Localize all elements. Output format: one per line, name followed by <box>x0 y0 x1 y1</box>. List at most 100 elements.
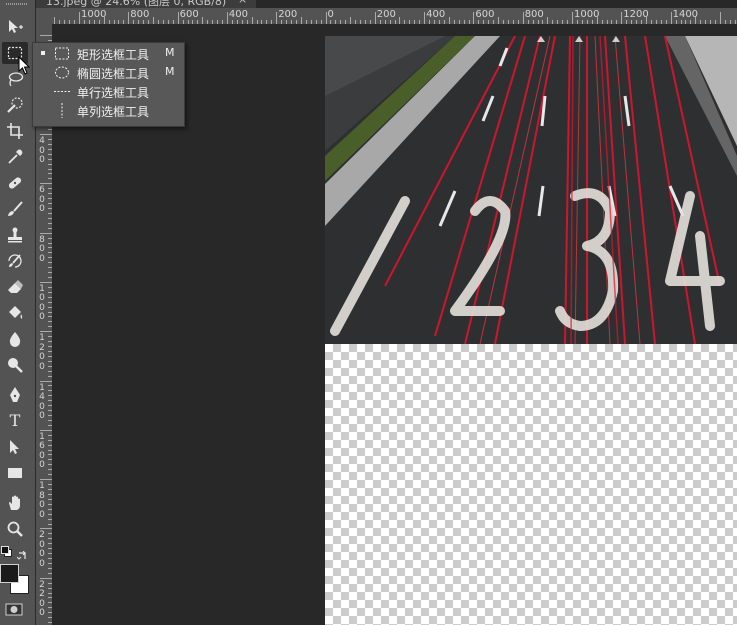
ruler-label: 200 <box>278 9 298 20</box>
crop-tool[interactable] <box>2 120 28 142</box>
ruler-tick <box>300 17 302 24</box>
ruler-tick <box>251 17 253 24</box>
ruler-tick <box>40 479 52 481</box>
ruler-tick <box>40 429 52 431</box>
drop-icon <box>9 332 21 347</box>
ruler-tick <box>128 12 130 24</box>
brush-icon <box>8 201 23 216</box>
quick-mask-icon <box>5 603 23 616</box>
ruler-tick <box>350 17 352 24</box>
ruler-label: 2200 <box>39 579 45 619</box>
dodge-icon <box>8 358 23 373</box>
brush-tool[interactable] <box>2 198 28 220</box>
type-tool[interactable]: T <box>2 410 28 432</box>
ruler-label: 400 <box>39 136 45 165</box>
flyout-item-single-column-marquee[interactable]: 单列选框工具 <box>33 101 184 120</box>
blur-tool[interactable] <box>2 328 28 350</box>
ruler-tick <box>40 331 52 333</box>
zoom-icon <box>7 521 23 537</box>
flyout-shortcut: M <box>165 65 175 78</box>
flyout-label: 椭圆选框工具 <box>77 67 150 81</box>
flyout-label: 矩形选框工具 <box>77 48 150 62</box>
flyout-item-ellipse-marquee[interactable]: 椭圆选框工具 M <box>33 63 184 82</box>
single-column-marquee-icon <box>61 103 63 118</box>
pen-tool[interactable] <box>2 384 28 406</box>
marquee-tools-flyout: 矩形选框工具 M 椭圆选框工具 M 单行选框工具 单列选框工具 <box>32 42 185 127</box>
flyout-label: 单列选框工具 <box>77 105 150 119</box>
move-tool[interactable] <box>2 16 28 38</box>
paint-bucket-tool[interactable] <box>2 302 28 324</box>
ruler-tick <box>40 183 52 185</box>
flyout-label: 单行选框工具 <box>77 86 150 100</box>
eraser-icon <box>8 280 23 293</box>
document-tab-title: 13.jpeg @ 24.6% (图层 0, RGB/8) <box>46 0 227 8</box>
ruler-tick <box>424 12 426 24</box>
path-selection-icon <box>10 440 19 454</box>
ruler-tick <box>40 232 52 234</box>
ruler-tick <box>40 528 52 530</box>
move-icon <box>9 20 23 33</box>
rectangle-tool[interactable] <box>2 462 28 484</box>
transparent-canvas-area <box>325 344 737 625</box>
ruler-label: 1800 <box>39 481 45 520</box>
foreground-color-swatch[interactable] <box>0 564 19 583</box>
eraser-tool[interactable] <box>2 276 28 298</box>
ruler-tick <box>448 17 450 24</box>
hand-tool[interactable] <box>2 492 28 514</box>
history-brush-tool[interactable] <box>2 250 28 272</box>
zoom-tool[interactable] <box>2 518 28 540</box>
flyout-item-single-row-marquee[interactable]: 单行选框工具 <box>33 82 184 101</box>
paint-bucket-icon <box>9 306 23 319</box>
type-icon: T <box>9 411 21 430</box>
horizontal-ruler[interactable]: 1000 800 600 400 200 0 200 400 600 800 1000 1200 140… <box>52 8 737 25</box>
flyout-item-rect-marquee[interactable]: 矩形选框工具 M <box>33 44 184 63</box>
healing-brush-tool[interactable] <box>2 172 28 194</box>
ruler-label: 1000 <box>81 9 107 20</box>
selected-bullet <box>41 51 45 55</box>
ruler-label: 0 <box>327 9 334 20</box>
pen-icon <box>10 387 20 402</box>
dodge-tool[interactable] <box>2 354 28 376</box>
ruler-label: 1400 <box>39 382 45 421</box>
toolbar-grip[interactable] <box>0 0 35 8</box>
path-selection-tool[interactable] <box>2 436 28 458</box>
ruler-tick <box>40 577 52 579</box>
eyedropper-tool[interactable] <box>2 146 28 168</box>
ruler-label: 800 <box>39 234 45 264</box>
ruler-tick <box>621 12 623 24</box>
quick-mask-button[interactable] <box>5 601 23 616</box>
ruler-tick <box>40 380 52 382</box>
flyout-shortcut: M <box>165 46 175 59</box>
clone-stamp-tool[interactable] <box>2 224 28 246</box>
close-icon[interactable]: × <box>238 0 247 6</box>
ruler-tick <box>719 12 721 24</box>
ruler-label: 1200 <box>39 333 45 372</box>
ruler-label: 1000 <box>39 283 45 323</box>
ruler-tick <box>522 12 524 24</box>
default-colors-icon[interactable] <box>1 546 12 557</box>
ruler-label: 1400 <box>672 9 699 20</box>
ruler-tick <box>54 17 56 24</box>
quick-selection-tool[interactable] <box>2 94 28 116</box>
ruler-label: 800 <box>130 9 150 20</box>
quick-selection-icon <box>7 97 23 113</box>
ruler-label: 1000 <box>574 9 600 20</box>
ruler-tick <box>79 12 80 24</box>
road-photo <box>325 36 737 344</box>
crop-icon <box>7 123 23 139</box>
ruler-label: 600 <box>475 9 495 20</box>
ruler-tick <box>547 17 549 24</box>
swap-colors-icon[interactable] <box>16 546 27 560</box>
ruler-tick <box>276 12 278 24</box>
document-tab[interactable]: 13.jpeg @ 24.6% (图层 0, RGB/8) × <box>36 0 256 8</box>
tools-panel: T <box>0 8 36 625</box>
ruler-tick <box>40 281 52 283</box>
ruler-label: 400 <box>426 9 446 20</box>
ruler-tick <box>473 12 475 24</box>
ruler-tick <box>498 17 499 24</box>
ellipse-marquee-icon <box>55 66 69 79</box>
ruler-label: 200 <box>376 9 396 20</box>
ruler-origin[interactable] <box>36 8 52 24</box>
ruler-tick <box>40 35 52 37</box>
ruler-tick <box>226 12 228 24</box>
